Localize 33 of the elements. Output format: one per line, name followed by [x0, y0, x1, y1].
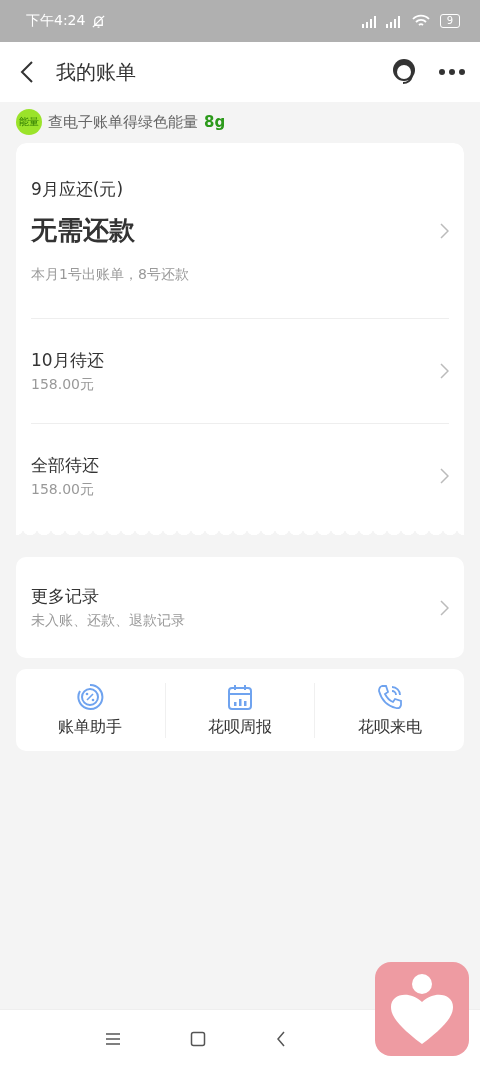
chevron-icon	[440, 222, 449, 239]
bill-note: 本月1号出账单，8号还款	[31, 265, 189, 284]
wifi-icon	[411, 14, 430, 28]
records-title: 更多记录	[31, 585, 100, 608]
chevron-icon	[440, 363, 449, 379]
tool-label[interactable]: 花呗来电	[357, 716, 422, 738]
records-subtitle: 未入账、还款、退款记录	[31, 612, 185, 630]
battery-indicator: 9	[439, 14, 460, 28]
muted-bell-icon	[91, 13, 107, 29]
pending-amount: 158.00元	[31, 480, 95, 499]
banner-text[interactable]: 查电子账单得绿色能量	[48, 112, 198, 132]
tool-label[interactable]: 账单助手	[58, 716, 123, 738]
percent-dial-icon	[76, 682, 105, 711]
menu-icon[interactable]	[104, 1031, 121, 1046]
chevron-icon	[440, 468, 449, 484]
records-card[interactable]: 更多记录 未入账、还款、退款记录	[16, 557, 464, 658]
more-icon[interactable]	[438, 68, 466, 76]
pending-title[interactable]: 全部待还	[31, 453, 99, 477]
pending-amount: 158.00元	[31, 375, 95, 394]
energy-badge: 能量	[16, 109, 42, 135]
calendar-chart-icon	[227, 682, 253, 711]
pending-title[interactable]: 10月待还	[31, 348, 104, 372]
bill-label: 9月应还(元)	[31, 177, 125, 201]
phone-icon	[375, 682, 404, 711]
back-icon[interactable]	[275, 1030, 286, 1047]
energy-amount: 8g	[204, 113, 226, 131]
bill-amount[interactable]: 无需还款	[31, 212, 189, 248]
status-time: 下午4:24	[26, 12, 86, 30]
back-icon[interactable]	[20, 60, 34, 84]
page-title: 我的账单	[56, 58, 136, 86]
tool-label[interactable]: 花呗周报	[208, 716, 272, 738]
home-icon[interactable]	[190, 1030, 207, 1047]
chevron-icon	[440, 599, 449, 616]
